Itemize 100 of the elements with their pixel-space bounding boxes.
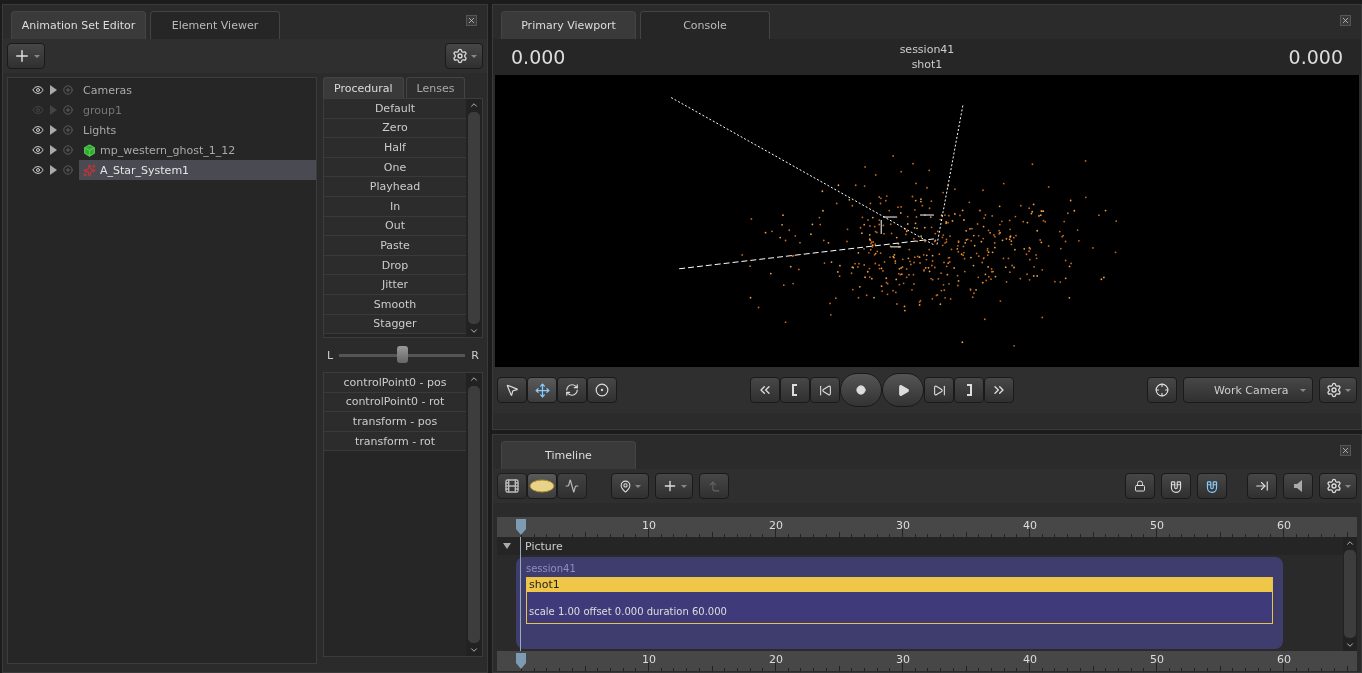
preset-button[interactable]: Drop [324, 255, 466, 276]
ruler-label: 60 [1277, 519, 1291, 532]
session-name: session41 [899, 42, 955, 57]
tree-item[interactable]: Cameras [79, 80, 316, 100]
shot-clip[interactable]: shot1 scale 1.00 offset 0.000 duration 60.000 [526, 577, 1273, 624]
ruler-label: 20 [769, 519, 783, 532]
preset-button[interactable]: Stagger [324, 314, 466, 335]
playhead-marker-icon[interactable] [516, 519, 526, 535]
preset-button[interactable]: One [324, 157, 466, 178]
close-button[interactable] [1340, 15, 1351, 26]
preset-button[interactable]: Playhead [324, 177, 466, 197]
scrollbar[interactable] [466, 373, 482, 656]
preset-button[interactable]: In [324, 196, 466, 217]
settings-icon [451, 48, 468, 64]
settings-button[interactable] [445, 43, 483, 69]
preset-button[interactable]: Paste [324, 236, 466, 256]
snap-button[interactable] [1161, 473, 1191, 499]
lock-icon [1134, 480, 1146, 492]
preset-button[interactable]: Jitter [324, 275, 466, 295]
control-item[interactable]: transform - pos [324, 412, 466, 432]
play-button[interactable] [882, 373, 924, 407]
arrow-to-line-icon [1255, 479, 1269, 493]
set-out-button[interactable] [954, 377, 984, 403]
record-icon [856, 385, 866, 395]
tree-item[interactable]: Lights [79, 120, 316, 140]
close-button[interactable] [466, 15, 477, 26]
add-marker-button[interactable] [611, 473, 649, 499]
collapse-triangle-icon[interactable] [503, 543, 511, 549]
skip-back-icon [818, 383, 832, 397]
tree-item[interactable]: A_Star_System1 [79, 160, 316, 180]
up-level-button[interactable] [699, 473, 729, 499]
settings-button[interactable] [1319, 377, 1357, 403]
balance-slider[interactable] [339, 346, 466, 364]
move-tool-button[interactable] [527, 377, 557, 403]
record-button[interactable] [840, 373, 882, 407]
ruler-label: 50 [1150, 653, 1164, 666]
settings-button[interactable] [1319, 473, 1357, 499]
select-tool-button[interactable] [497, 377, 527, 403]
procedural-tab[interactable]: Procedural [323, 77, 404, 98]
panel-tab[interactable]: Element Viewer [150, 11, 280, 39]
go-to-end-button[interactable] [1247, 473, 1277, 499]
set-in-button[interactable] [780, 377, 810, 403]
slider-thumb[interactable] [397, 346, 409, 363]
previous-button[interactable] [810, 377, 840, 403]
ellipse-icon [529, 479, 555, 493]
panel-tab[interactable]: Console [640, 11, 770, 39]
preset-button[interactable]: Out [324, 216, 466, 237]
sparkle-icon [83, 163, 96, 177]
settings-icon [1325, 478, 1342, 494]
wave-icon [565, 479, 579, 493]
add-button[interactable] [7, 43, 45, 69]
control-item[interactable]: transform - rot [324, 431, 466, 452]
procedural-tab[interactable]: Lenses [405, 77, 466, 98]
scrollbar[interactable] [1343, 537, 1357, 651]
track-name: Picture [525, 539, 563, 553]
eye-icon[interactable] [32, 144, 44, 156]
close-icon [1341, 446, 1350, 455]
ruler-label: 40 [1023, 653, 1037, 666]
view-mode-button[interactable] [557, 473, 587, 499]
preset-button[interactable]: Zero [324, 118, 466, 139]
control-item[interactable]: controlPoint0 - rot [324, 392, 466, 413]
session-clip[interactable]: session41 shot1 scale 1.00 offset 0.000 duration 60.000 [516, 557, 1283, 649]
camera-dropdown[interactable]: Work Camera [1183, 377, 1313, 403]
time-readout: 0.000 [511, 46, 566, 68]
lock-button[interactable] [1125, 473, 1155, 499]
view-mode-button[interactable] [497, 473, 527, 499]
camera-target-button[interactable] [1147, 377, 1177, 403]
timeline-ruler[interactable]: 10 20 30 40 50 60 [497, 651, 1357, 671]
preset-button[interactable]: Smooth [324, 294, 466, 315]
rotate-icon [565, 383, 579, 397]
preset-button[interactable]: Half [324, 138, 466, 158]
tree-item[interactable]: mp_western_ghost_1_12 [79, 140, 316, 160]
rewind-button[interactable] [750, 377, 780, 403]
panel-tab[interactable]: Timeline [501, 441, 636, 469]
scrollbar[interactable] [466, 99, 482, 337]
film-icon [504, 478, 520, 494]
preset-button[interactable]: Default [324, 99, 466, 119]
skip-forward-icon [932, 383, 946, 397]
control-item[interactable]: controlPoint0 - pos [324, 373, 466, 393]
eye-icon[interactable] [32, 84, 44, 96]
ruler-label: 10 [642, 653, 656, 666]
next-button[interactable] [924, 377, 954, 403]
add-button[interactable] [655, 473, 693, 499]
timeline-ruler[interactable]: 10 20 30 40 50 60 [497, 517, 1357, 537]
eye-icon[interactable] [32, 164, 44, 176]
close-button[interactable] [1340, 445, 1351, 456]
rotate-tool-button[interactable] [557, 377, 587, 403]
scale-tool-button[interactable] [587, 377, 617, 403]
snap-frame-button[interactable] [1197, 473, 1227, 499]
panel-tab[interactable]: Primary Viewport [501, 11, 636, 39]
up-arrow-icon [707, 479, 721, 493]
audio-button[interactable] [1283, 473, 1313, 499]
panel-tab[interactable]: Animation Set Editor [11, 11, 146, 39]
view-mode-button[interactable] [527, 473, 557, 499]
ruler-label: 60 [1277, 653, 1291, 666]
slider-right-label: R [471, 348, 479, 362]
ruler-label: 30 [896, 653, 910, 666]
fast-forward-button[interactable] [984, 377, 1014, 403]
eye-icon[interactable] [32, 124, 44, 136]
playhead-marker-icon[interactable] [516, 653, 526, 669]
